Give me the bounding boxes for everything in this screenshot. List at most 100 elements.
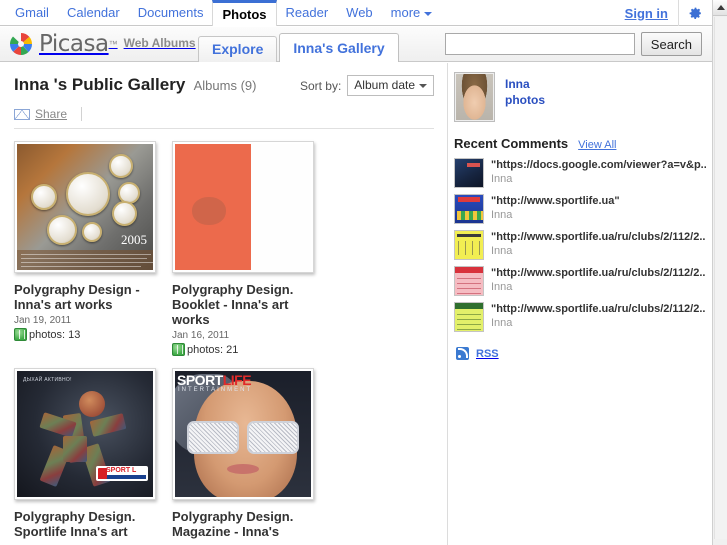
comment-text: "https://docs.google.com/viewer?a=v&p... — [491, 159, 706, 171]
comment-text: "http://www.sportlife.ua" — [491, 195, 620, 207]
page-root: Gmail Calendar Documents Photos Reader W… — [0, 0, 727, 545]
rss-label: RSS — [476, 347, 499, 360]
comment-text: "http://www.sportlife.ua/ru/clubs/2/112/… — [491, 303, 706, 315]
profile-links: Inna photos — [505, 72, 545, 122]
calendar-strip — [17, 250, 153, 270]
sort-select[interactable]: Album date — [347, 75, 434, 96]
google-top-bar: Gmail Calendar Documents Photos Reader W… — [0, 0, 712, 26]
album-title[interactable]: Polygraphy Design. Booklet - Inna's art … — [172, 282, 322, 327]
album-thumbnail[interactable]: 2005 — [14, 141, 156, 273]
view-all-comments-link[interactable]: View All — [578, 139, 616, 151]
album-card[interactable]: ДЫХАЙ АКТИВНО! SPORT L Polygraphy Design… — [14, 368, 172, 542]
comment-body: "http://www.sportlife.ua" Inna — [491, 194, 620, 222]
album-cover-magazine: SPORTLIFE INTERTAINMENT — [175, 371, 311, 497]
comment-author: Inna — [491, 173, 513, 185]
comment-thumbnail[interactable] — [454, 230, 484, 260]
scrollbar-track[interactable] — [714, 17, 727, 539]
picasa-wordmark: Picasa — [39, 31, 109, 57]
comment-item[interactable]: "http://www.sportlife.ua/ru/clubs/2/112/… — [448, 299, 712, 335]
album-card[interactable]: 2005 Polygraphy Design - Inna's art work… — [14, 141, 172, 356]
share-button[interactable]: Share — [14, 107, 67, 121]
rss-link[interactable]: RSS — [448, 335, 712, 360]
comment-thumbnail[interactable] — [454, 158, 484, 188]
google-account-area: Sign in — [615, 0, 712, 26]
rss-icon — [456, 347, 469, 360]
gbar-link-gmail[interactable]: Gmail — [6, 0, 58, 26]
comment-body: "http://www.sportlife.ua/ru/clubs/2/112/… — [491, 302, 705, 330]
album-photo-count: photos: 13 — [14, 328, 172, 341]
google-services-nav: Gmail Calendar Documents Photos Reader W… — [0, 0, 440, 26]
gbar-link-photos[interactable]: Photos — [212, 0, 277, 26]
comment-thumbnail[interactable] — [454, 302, 484, 332]
album-title[interactable]: Polygraphy Design. Sportlife Inna's art — [14, 509, 164, 539]
album-thumbnail[interactable]: SPORTLIFE INTERTAINMENT — [172, 368, 314, 500]
gbar-link-web[interactable]: Web — [337, 0, 382, 26]
profile-block: Inna photos — [448, 63, 712, 122]
album-title[interactable]: Polygraphy Design - Inna's art works — [14, 282, 164, 312]
comment-author: Inna — [491, 245, 513, 257]
search-area: Search — [444, 32, 702, 56]
tab-innas-gallery[interactable]: Inna's Gallery — [279, 33, 399, 62]
vertical-scrollbar[interactable] — [712, 0, 727, 545]
recent-comments-header: Recent Comments View All — [448, 122, 712, 155]
album-card[interactable]: Polygraphy Design. Booklet - Inna's art … — [172, 141, 330, 356]
gbar-link-calendar[interactable]: Calendar — [58, 0, 129, 26]
gbar-link-reader[interactable]: Reader — [277, 0, 338, 26]
action-bar: Share — [14, 103, 434, 129]
tab-explore[interactable]: Explore — [198, 36, 278, 62]
recent-comments-list: "https://docs.google.com/viewer?a=v&p...… — [448, 155, 712, 335]
avatar-image — [456, 74, 493, 120]
album-photo-count-label: photos: 13 — [29, 328, 81, 341]
album-thumbnail[interactable]: ДЫХАЙ АКТИВНО! SPORT L — [14, 368, 156, 500]
booklet-art — [175, 144, 311, 270]
comment-item[interactable]: "http://www.sportlife.ua/ru/clubs/2/112/… — [448, 227, 712, 263]
sport-poster-art: ДЫХАЙ АКТИВНО! SPORT L — [17, 371, 153, 497]
public-globe-icon — [172, 343, 185, 356]
comment-thumbnail[interactable] — [454, 194, 484, 224]
poster-tagline: ДЫХАЙ АКТИВНО! — [23, 377, 72, 383]
booklet-left-panel — [175, 144, 252, 270]
album-thumbnail[interactable] — [172, 141, 314, 273]
envelope-icon — [14, 108, 30, 120]
magazine-subtitle: INTERTAINMENT — [178, 387, 253, 393]
gear-icon — [689, 7, 702, 19]
comment-author: Inna — [491, 281, 513, 293]
web-albums-label: Web Albums — [123, 36, 196, 50]
share-label: Share — [35, 107, 68, 121]
avatar[interactable] — [454, 72, 495, 122]
scroll-up-button[interactable] — [713, 0, 727, 16]
profile-name-link[interactable]: Inna — [505, 76, 545, 92]
comment-text: "http://www.sportlife.ua/ru/clubs/2/112/… — [491, 267, 706, 279]
trademark-symbol: ™ — [108, 39, 118, 49]
sign-in-link[interactable]: Sign in — [615, 6, 678, 21]
comment-item[interactable]: "http://www.sportlife.ua" Inna — [448, 191, 712, 227]
settings-button[interactable] — [678, 0, 712, 26]
album-photo-count: photos: 21 — [172, 343, 330, 356]
profile-photos-link[interactable]: photos — [505, 92, 545, 108]
recent-comments-title: Recent Comments — [454, 136, 569, 151]
gbar-more-menu[interactable]: more — [382, 5, 441, 20]
album-date: Jan 19, 2011 — [14, 315, 72, 326]
album-card[interactable]: SPORTLIFE INTERTAINMENT Polygraphy Desig… — [172, 368, 330, 542]
comment-item[interactable]: "https://docs.google.com/viewer?a=v&p...… — [448, 155, 712, 191]
album-cover-year: 2005 — [121, 232, 147, 247]
search-button[interactable]: Search — [640, 32, 702, 56]
album-photo-count-label: photos: 21 — [187, 343, 239, 356]
gbar-link-documents[interactable]: Documents — [129, 0, 213, 26]
album-title[interactable]: Polygraphy Design. Magazine - Inna's — [172, 509, 322, 539]
gbar-more-label: more — [390, 5, 421, 20]
gallery-tabs: Explore Inna's Gallery — [198, 32, 401, 62]
album-date: Jan 16, 2011 — [172, 330, 230, 341]
search-input[interactable] — [444, 33, 635, 55]
comment-body: "https://docs.google.com/viewer?a=v&p...… — [491, 158, 706, 186]
toolbar-divider — [81, 107, 83, 121]
picasa-logo[interactable]: Picasa ™ Web Albums — [8, 31, 196, 57]
magazine-cover-art: SPORTLIFE INTERTAINMENT — [175, 371, 311, 497]
sort-select-value: Album date — [354, 78, 415, 92]
comment-item[interactable]: "http://www.sportlife.ua/ru/clubs/2/112/… — [448, 263, 712, 299]
album-cover-sport-poster: ДЫХАЙ АКТИВНО! SPORT L — [17, 371, 153, 497]
album-count: Albums (9) — [193, 78, 257, 93]
main-content: Inna 's Public Gallery Albums (9) Sort b… — [0, 63, 446, 545]
comment-author: Inna — [491, 317, 513, 329]
comment-thumbnail[interactable] — [454, 266, 484, 296]
